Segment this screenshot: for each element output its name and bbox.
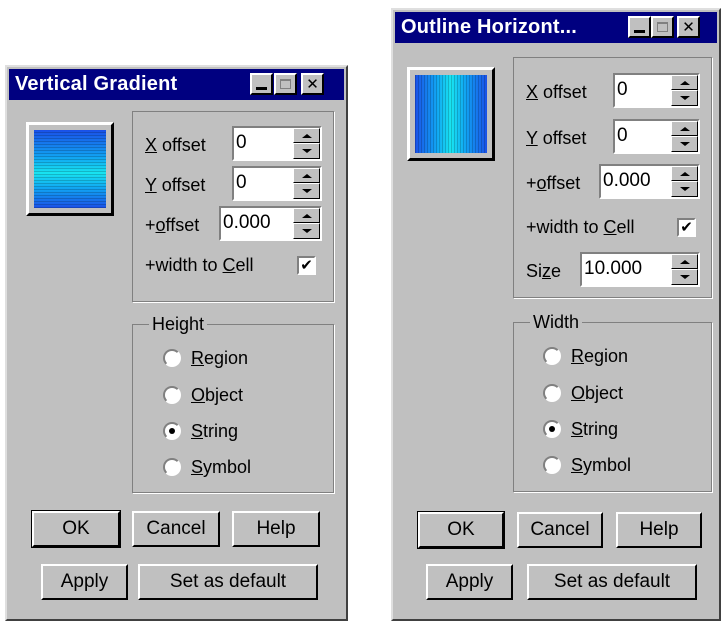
maximize-button[interactable] bbox=[651, 16, 674, 38]
help-button[interactable]: Help bbox=[616, 512, 702, 548]
radio-symbol-label[interactable]: Symbol bbox=[191, 456, 251, 478]
radio-string[interactable] bbox=[543, 420, 561, 438]
y-offset-spinner[interactable] bbox=[613, 119, 700, 154]
size-decrement[interactable] bbox=[671, 269, 698, 285]
radio-region[interactable] bbox=[543, 347, 561, 365]
radio-string-label[interactable]: String bbox=[191, 420, 238, 442]
outline-horizontal-dialog: Outline Horizont... ✕ X offset Y offset … bbox=[391, 8, 721, 621]
radio-region[interactable] bbox=[163, 349, 181, 367]
radio-object-label[interactable]: Object bbox=[571, 382, 623, 404]
y-offset-label: Y offset bbox=[526, 128, 587, 148]
radio-region-label[interactable]: Region bbox=[571, 345, 628, 367]
x-offset-label: X offset bbox=[526, 82, 587, 102]
size-label: Size bbox=[526, 261, 562, 281]
size-input[interactable] bbox=[584, 255, 668, 282]
radio-region-label[interactable]: Region bbox=[191, 347, 248, 369]
plus-offset-spinner[interactable] bbox=[219, 206, 322, 241]
dialog-title: Outline Horizont... bbox=[401, 16, 578, 38]
maximize-icon bbox=[657, 22, 668, 32]
cancel-button[interactable]: Cancel bbox=[132, 511, 220, 547]
radio-object[interactable] bbox=[543, 384, 561, 402]
apply-button[interactable]: Apply bbox=[426, 564, 513, 600]
gradient-preview bbox=[26, 122, 114, 216]
y-offset-increment[interactable] bbox=[671, 121, 698, 136]
width-to-cell-label: +width to Cell bbox=[526, 217, 635, 237]
x-offset-input[interactable] bbox=[617, 76, 667, 103]
plus-offset-increment[interactable] bbox=[671, 166, 698, 181]
y-offset-input[interactable] bbox=[236, 169, 288, 196]
y-offset-input[interactable] bbox=[617, 122, 667, 149]
help-button[interactable]: Help bbox=[232, 511, 320, 547]
plus-offset-input[interactable] bbox=[603, 167, 669, 194]
y-offset-spinner[interactable] bbox=[232, 166, 322, 201]
x-offset-spinner[interactable] bbox=[232, 126, 322, 161]
width-group: Width Region Object String Symbol bbox=[513, 311, 712, 492]
close-icon: ✕ bbox=[682, 18, 695, 36]
close-icon: ✕ bbox=[306, 75, 319, 93]
plus-offset-input[interactable] bbox=[223, 209, 289, 236]
cancel-button[interactable]: Cancel bbox=[517, 512, 603, 548]
width-to-cell-checkbox[interactable]: ✔ bbox=[297, 256, 316, 275]
width-group-legend: Width bbox=[530, 311, 583, 333]
width-to-cell-label: +width to Cell bbox=[145, 255, 254, 275]
radio-string[interactable] bbox=[163, 422, 181, 440]
offset-group: X offset Y offset +offset +width to Cell… bbox=[132, 111, 334, 302]
x-offset-increment[interactable] bbox=[293, 128, 320, 143]
radio-string-label[interactable]: String bbox=[571, 418, 618, 440]
gradient-preview-image bbox=[415, 75, 487, 153]
radio-object[interactable] bbox=[163, 386, 181, 404]
width-to-cell-checkbox[interactable]: ✔ bbox=[677, 218, 696, 237]
x-offset-spinner[interactable] bbox=[613, 73, 700, 108]
radio-object-label[interactable]: Object bbox=[191, 384, 243, 406]
x-offset-input[interactable] bbox=[236, 129, 288, 156]
size-spinner[interactable] bbox=[580, 252, 700, 287]
ok-button[interactable]: OK bbox=[417, 511, 505, 549]
plus-offset-decrement[interactable] bbox=[293, 223, 320, 239]
minimize-icon bbox=[256, 87, 267, 90]
apply-button[interactable]: Apply bbox=[41, 564, 128, 600]
title-bar[interactable]: Vertical Gradient ✕ bbox=[9, 69, 344, 100]
plus-offset-spinner[interactable] bbox=[599, 164, 700, 199]
height-group-legend: Height bbox=[149, 313, 208, 335]
offset-group: X offset Y offset +offset +width to Cell… bbox=[513, 57, 712, 298]
vertical-gradient-dialog: Vertical Gradient ✕ X offset Y offset +o… bbox=[5, 65, 348, 621]
plus-offset-increment[interactable] bbox=[293, 208, 320, 223]
plus-offset-decrement[interactable] bbox=[671, 181, 698, 197]
minimize-icon bbox=[634, 30, 645, 33]
close-button[interactable]: ✕ bbox=[301, 73, 324, 95]
size-increment[interactable] bbox=[671, 254, 698, 269]
plus-offset-label: +offset bbox=[145, 215, 200, 235]
radio-symbol[interactable] bbox=[543, 456, 561, 474]
gradient-preview bbox=[407, 67, 495, 161]
minimize-button[interactable] bbox=[628, 16, 651, 38]
radio-symbol[interactable] bbox=[163, 458, 181, 476]
y-offset-increment[interactable] bbox=[293, 168, 320, 183]
maximize-button[interactable] bbox=[274, 73, 297, 95]
set-as-default-button[interactable]: Set as default bbox=[138, 564, 318, 600]
y-offset-decrement[interactable] bbox=[293, 183, 320, 199]
x-offset-increment[interactable] bbox=[671, 75, 698, 90]
ok-button[interactable]: OK bbox=[31, 510, 121, 548]
set-as-default-button[interactable]: Set as default bbox=[527, 564, 697, 600]
dialog-title: Vertical Gradient bbox=[15, 73, 178, 95]
minimize-button[interactable] bbox=[250, 73, 273, 95]
gradient-preview-image bbox=[34, 130, 106, 208]
radio-symbol-label[interactable]: Symbol bbox=[571, 454, 631, 476]
y-offset-label: Y offset bbox=[145, 175, 206, 195]
height-group: Height Region Object String Symbol bbox=[132, 313, 334, 493]
maximize-icon bbox=[280, 79, 291, 89]
title-bar[interactable]: Outline Horizont... ✕ bbox=[395, 12, 717, 43]
x-offset-decrement[interactable] bbox=[293, 143, 320, 159]
plus-offset-label: +offset bbox=[526, 173, 581, 193]
x-offset-label: X offset bbox=[145, 135, 206, 155]
y-offset-decrement[interactable] bbox=[671, 136, 698, 152]
x-offset-decrement[interactable] bbox=[671, 90, 698, 106]
close-button[interactable]: ✕ bbox=[677, 16, 700, 38]
